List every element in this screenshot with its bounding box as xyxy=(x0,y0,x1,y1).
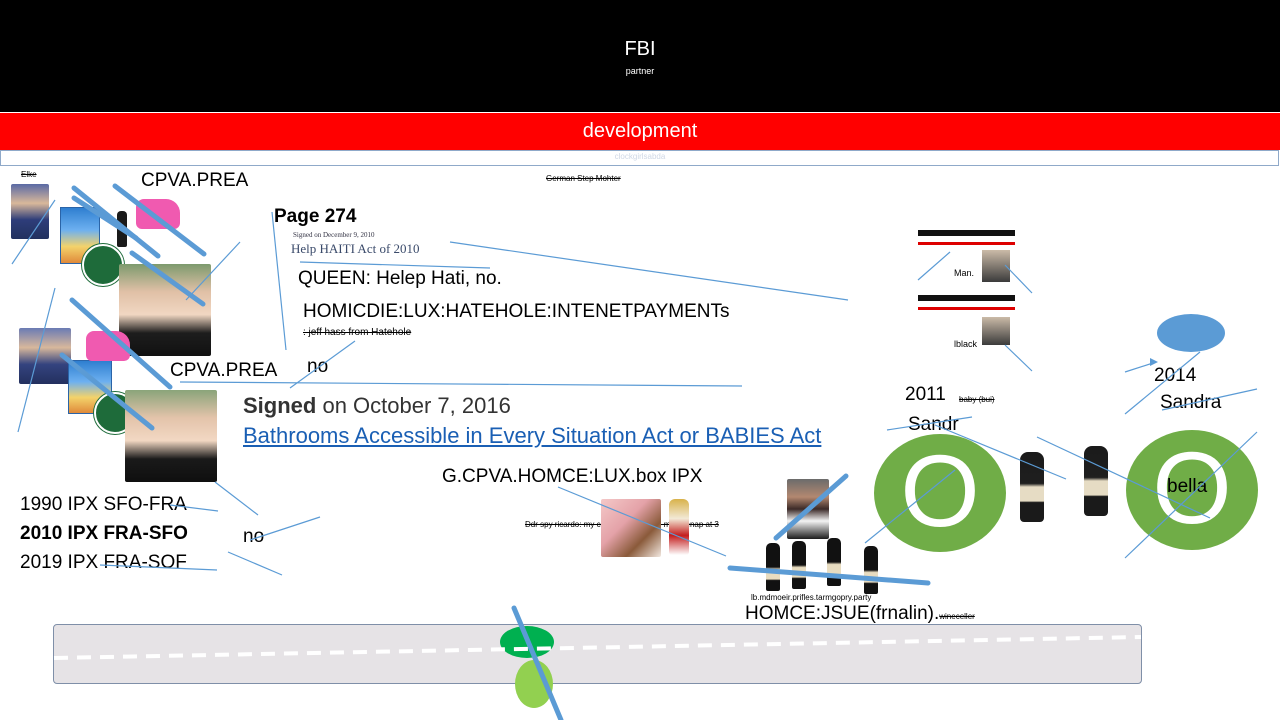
annotation-lines xyxy=(11,183,1258,720)
